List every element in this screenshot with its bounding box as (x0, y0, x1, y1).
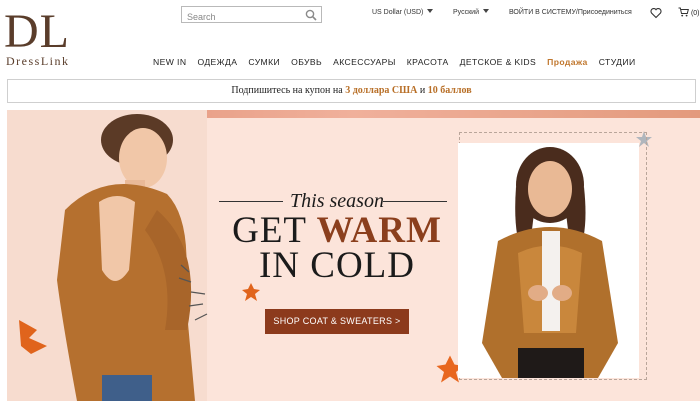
nav-item-accessories[interactable]: АКСЕССУАРЫ (333, 57, 396, 67)
logo-mark: DL (4, 5, 70, 58)
main-nav: NEW IN ОДЕЖДА СУМКИ ОБУВЬ АКСЕССУАРЫ КРА… (153, 57, 636, 67)
cart-count: (0) (690, 10, 700, 17)
model-photo-left (7, 110, 207, 401)
nav-item-sale[interactable]: Продажа (547, 57, 588, 67)
cart-icon (678, 7, 689, 17)
shop-coats-button[interactable]: SHOP COAT & SWEATERS > (265, 309, 409, 334)
coupon-text-middle: и (417, 85, 428, 96)
language-label: Русский (453, 9, 479, 16)
banner-line-2: IN COLD (258, 245, 415, 286)
nav-item-bags[interactable]: СУМКИ (248, 57, 280, 67)
nav-item-kids[interactable]: ДЕТСКОЕ & KIDS (460, 57, 537, 67)
search-input[interactable] (182, 9, 300, 25)
language-selector[interactable]: Русский (453, 9, 489, 16)
login-link[interactable]: ВОЙТИ В СИСТЕМУ/Присоединиться (509, 9, 632, 16)
coupon-banner[interactable]: Подпишитесь на купон на 3 доллара США и … (7, 79, 696, 103)
banner-headline: This season GET WARM IN COLD (217, 190, 457, 286)
cart-button[interactable]: (0) (678, 7, 700, 17)
chevron-down-icon (482, 9, 489, 13)
search-box (181, 6, 322, 25)
hero-banner[interactable]: This season GET WARM IN COLD SHOP COAT &… (7, 110, 700, 401)
nav-item-studios[interactable]: СТУДИИ (599, 57, 636, 67)
coupon-points: 10 баллов (427, 85, 472, 96)
coupon-amount: 3 доллара США (345, 85, 418, 96)
nav-item-new-in[interactable]: NEW IN (153, 57, 186, 67)
heart-icon[interactable] (650, 7, 662, 19)
coupon-text-prefix: Подпишитесь на купон на (231, 85, 346, 96)
logo-name: DressLink (6, 54, 70, 68)
nav-item-shoes[interactable]: ОБУВЬ (291, 57, 322, 67)
banner-line-1: GET WARM (217, 212, 457, 249)
nav-item-clothing[interactable]: ОДЕЖДА (197, 57, 237, 67)
search-icon[interactable] (305, 9, 317, 21)
nav-item-beauty[interactable]: КРАСОТА (407, 57, 449, 67)
autumn-leaf-icon (242, 283, 260, 301)
logo[interactable]: DL DressLink (4, 5, 84, 69)
currency-label: US Dollar (USD) (372, 9, 424, 16)
currency-selector[interactable]: US Dollar (USD) (372, 9, 434, 16)
chevron-down-icon (427, 9, 434, 13)
model-photo-right (458, 143, 639, 378)
